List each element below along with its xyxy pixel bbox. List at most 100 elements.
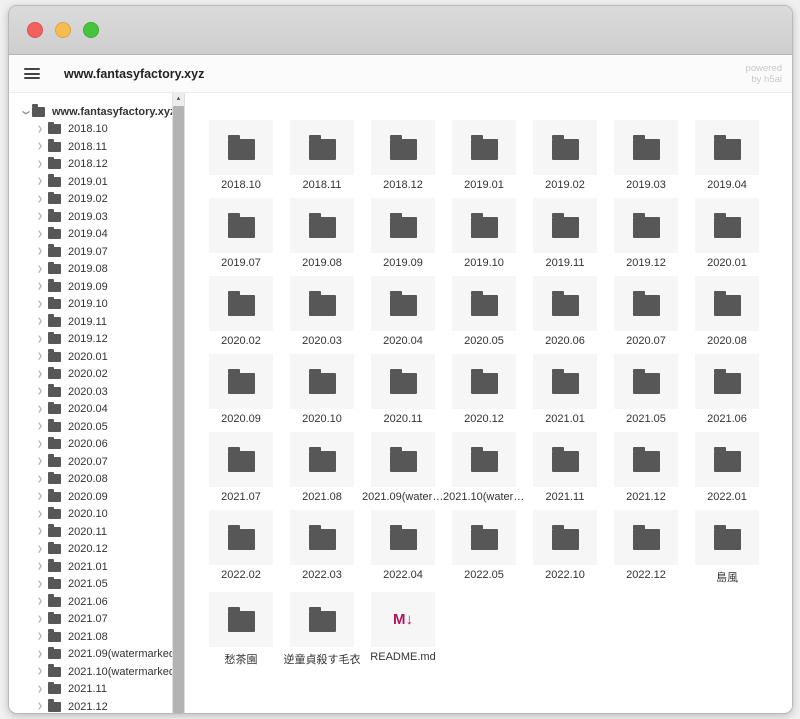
- folder-tile[interactable]: 2022.12: [614, 510, 678, 585]
- grid-item-label: 2021.08: [281, 491, 363, 503]
- powered-line2: by h5ai: [751, 74, 782, 85]
- folder-tile[interactable]: 2022.01: [695, 432, 759, 503]
- sidebar-tree-item[interactable]: ❯ 2020.04: [9, 401, 172, 419]
- folder-tile[interactable]: 2022.04: [371, 510, 435, 585]
- sidebar-tree-root[interactable]: ❯ www.fantasyfactory.xyz: [9, 103, 172, 121]
- close-button[interactable]: [27, 22, 43, 38]
- sidebar-tree-item[interactable]: ❯ 2020.01: [9, 348, 172, 366]
- tile-thumbnail: [209, 432, 273, 487]
- folder-tile[interactable]: 2021.06: [695, 354, 759, 425]
- folder-tile[interactable]: 2019.03: [614, 120, 678, 191]
- menu-button[interactable]: [24, 68, 40, 79]
- folder-tile[interactable]: 2021.12: [614, 432, 678, 503]
- folder-icon: [32, 107, 45, 117]
- folder-tile[interactable]: 2020.06: [533, 276, 597, 347]
- sidebar-tree-item[interactable]: ❯ 2020.02: [9, 366, 172, 384]
- folder-tile[interactable]: 2022.05: [452, 510, 516, 585]
- sidebar-tree-item[interactable]: ❯ 2020.05: [9, 418, 172, 436]
- folder-tile[interactable]: 2021.10(watermarked): [452, 432, 516, 503]
- folder-tile[interactable]: 2021.09(watermarked): [371, 432, 435, 503]
- sidebar-tree-item[interactable]: ❯ 2019.12: [9, 331, 172, 349]
- folder-tile[interactable]: 2022.03: [290, 510, 354, 585]
- folder-tile[interactable]: 2019.11: [533, 198, 597, 269]
- folder-tile[interactable]: 2020.11: [371, 354, 435, 425]
- sidebar-tree-item[interactable]: ❯ 2021.10(watermarked): [9, 663, 172, 681]
- folder-tile[interactable]: 2018.11: [290, 120, 354, 191]
- file-tile[interactable]: M↓ README.md: [371, 592, 435, 667]
- folder-tile[interactable]: 2019.01: [452, 120, 516, 191]
- folder-tile[interactable]: 2021.05: [614, 354, 678, 425]
- sidebar-tree-item[interactable]: ❯ 2021.06: [9, 593, 172, 611]
- sidebar-tree-item[interactable]: ❯ 2021.05: [9, 576, 172, 594]
- sidebar-tree-item[interactable]: ❯ 2019.03: [9, 208, 172, 226]
- sidebar-tree-item[interactable]: ❯ 2019.09: [9, 278, 172, 296]
- maximize-button[interactable]: [83, 22, 99, 38]
- folder-tile[interactable]: 2019.10: [452, 198, 516, 269]
- sidebar-tree-item[interactable]: ❯ 2020.03: [9, 383, 172, 401]
- folder-tile[interactable]: 2020.08: [695, 276, 759, 347]
- folder-tile[interactable]: 2020.07: [614, 276, 678, 347]
- sidebar-tree-item[interactable]: ❯ 2018.10: [9, 121, 172, 139]
- folder-icon: [48, 177, 61, 187]
- sidebar-tree-item[interactable]: ❯ 2020.09: [9, 488, 172, 506]
- minimize-button[interactable]: [55, 22, 71, 38]
- folder-icon: [309, 373, 336, 394]
- sidebar-tree-item[interactable]: ❯ 2019.07: [9, 243, 172, 261]
- folder-tile[interactable]: 2020.09: [209, 354, 273, 425]
- sidebar-tree-item[interactable]: ❯ 2021.08: [9, 628, 172, 646]
- sidebar-tree-item[interactable]: ❯ 2019.04: [9, 226, 172, 244]
- sidebar-tree-item[interactable]: ❯ 2018.12: [9, 156, 172, 174]
- sidebar-tree-item[interactable]: ❯ 2021.01: [9, 558, 172, 576]
- sidebar-tree-item[interactable]: ❯ 2021.11: [9, 681, 172, 699]
- folder-tile[interactable]: 2020.05: [452, 276, 516, 347]
- folder-tile[interactable]: 2019.08: [290, 198, 354, 269]
- folder-tile[interactable]: 2021.07: [209, 432, 273, 503]
- folder-tile[interactable]: 2021.01: [533, 354, 597, 425]
- sidebar-tree-item[interactable]: ❯ 2020.12: [9, 541, 172, 559]
- sidebar-tree-item[interactable]: ❯ 2021.12: [9, 698, 172, 713]
- folder-tile[interactable]: 2020.02: [209, 276, 273, 347]
- folder-tile[interactable]: 2022.02: [209, 510, 273, 585]
- sidebar-tree-item[interactable]: ❯ 2021.07: [9, 611, 172, 629]
- folder-tile[interactable]: 2019.07: [209, 198, 273, 269]
- folder-tile[interactable]: 2019.12: [614, 198, 678, 269]
- grid-item-label: 2021.05: [605, 413, 687, 425]
- folder-tile[interactable]: 2019.04: [695, 120, 759, 191]
- folder-tile[interactable]: 2018.10: [209, 120, 273, 191]
- folder-tile[interactable]: 島風: [695, 510, 759, 585]
- folder-tile[interactable]: 2022.10: [533, 510, 597, 585]
- sidebar-tree-item[interactable]: ❯ 2021.09(watermarked): [9, 646, 172, 664]
- folder-tile[interactable]: 2020.03: [290, 276, 354, 347]
- folder-icon: [552, 529, 579, 550]
- folder-tile[interactable]: 2018.12: [371, 120, 435, 191]
- folder-tile[interactable]: 2020.04: [371, 276, 435, 347]
- sidebar-scrollbar[interactable]: ▲: [172, 93, 185, 713]
- sidebar-tree-item[interactable]: ❯ 2020.06: [9, 436, 172, 454]
- folder-tile[interactable]: 2020.10: [290, 354, 354, 425]
- scroll-up-button[interactable]: ▲: [173, 93, 184, 106]
- grid-item-label: 2022.01: [686, 491, 768, 503]
- scrollbar-thumb[interactable]: [173, 106, 184, 713]
- chevron-right-icon: ❯: [37, 248, 48, 255]
- sidebar-tree-item[interactable]: ❯ 2019.10: [9, 296, 172, 314]
- sidebar-tree-item[interactable]: ❯ 2018.11: [9, 138, 172, 156]
- sidebar-tree-item[interactable]: ❯ 2020.07: [9, 453, 172, 471]
- folder-tile[interactable]: 愁茶園: [209, 592, 273, 667]
- hamburger-icon: [24, 68, 40, 70]
- sidebar-tree-item[interactable]: ❯ 2019.11: [9, 313, 172, 331]
- folder-tile[interactable]: 2019.02: [533, 120, 597, 191]
- folder-tile[interactable]: 2021.08: [290, 432, 354, 503]
- folder-tile[interactable]: 逆童貞殺す毛衣: [290, 592, 354, 667]
- sidebar-tree-item[interactable]: ❯ 2019.01: [9, 173, 172, 191]
- sidebar-tree-item[interactable]: ❯ 2020.10: [9, 506, 172, 524]
- folder-tile[interactable]: 2020.12: [452, 354, 516, 425]
- folder-tile[interactable]: 2020.01: [695, 198, 759, 269]
- folder-tile[interactable]: 2021.11: [533, 432, 597, 503]
- sidebar-tree-item[interactable]: ❯ 2020.08: [9, 471, 172, 489]
- folder-tile[interactable]: 2019.09: [371, 198, 435, 269]
- sidebar-tree-item[interactable]: ❯ 2019.08: [9, 261, 172, 279]
- sidebar-tree-item[interactable]: ❯ 2019.02: [9, 191, 172, 209]
- folder-icon: [471, 139, 498, 160]
- sidebar-tree-item[interactable]: ❯ 2020.11: [9, 523, 172, 541]
- folder-icon: [48, 194, 61, 204]
